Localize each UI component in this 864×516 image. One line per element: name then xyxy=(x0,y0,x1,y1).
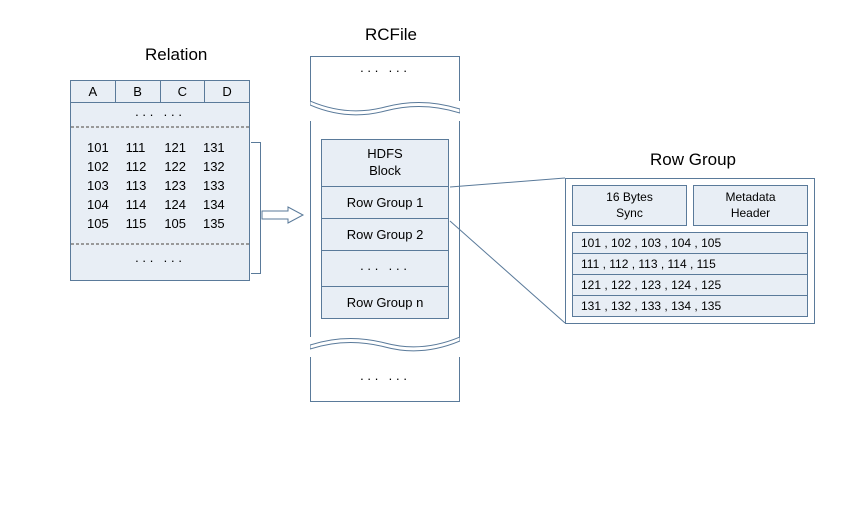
row-group-item: Row Group 1 xyxy=(322,187,448,219)
column-chunk: 121 , 122 , 123 , 124 , 125 xyxy=(573,275,807,296)
column-chunk: 101 , 102 , 103 , 104 , 105 xyxy=(573,233,807,254)
wave-separator-icon xyxy=(310,101,460,121)
row-group-item: Row Group n xyxy=(322,287,448,318)
cell: 104 xyxy=(87,197,117,212)
rowgroup-detail: 16 BytesSync MetadataHeader 101 , 102 , … xyxy=(565,178,815,324)
cell: 101 xyxy=(87,140,117,155)
sync-block: 16 BytesSync xyxy=(572,185,687,226)
rcfile-middle-section: HDFSBlock Row Group 1 Row Group 2 ··· ··… xyxy=(310,121,460,337)
cell: 132 xyxy=(203,159,233,174)
column-chunk: 111 , 112 , 113 , 114 , 115 xyxy=(573,254,807,275)
rcfile-title: RCFile xyxy=(365,25,417,45)
column-chunk: 131 , 132 , 133 , 134 , 135 xyxy=(573,296,807,316)
cell: 103 xyxy=(87,178,117,193)
cell: 111 xyxy=(126,140,156,155)
table-row: 102 112 122 132 xyxy=(79,157,241,176)
table-row: 101 111 121 131 xyxy=(79,138,241,157)
relation-body: 101 111 121 131 102 112 122 132 103 113 … xyxy=(71,127,249,244)
cell: 133 xyxy=(203,178,233,193)
cell: 113 xyxy=(126,178,156,193)
ellipsis: ··· ··· xyxy=(71,103,249,127)
cell: 131 xyxy=(203,140,233,155)
cell: 135 xyxy=(203,216,233,231)
hdfs-block: HDFSBlock Row Group 1 Row Group 2 ··· ··… xyxy=(321,139,449,319)
rcfile-top-section: ··· ··· xyxy=(310,56,460,101)
rowgroup-header: 16 BytesSync MetadataHeader xyxy=(572,185,808,226)
ellipsis: ··· ··· xyxy=(322,251,448,287)
cell: 114 xyxy=(126,197,156,212)
metadata-block: MetadataHeader xyxy=(693,185,808,226)
column-header: B xyxy=(116,81,161,102)
cell: 105 xyxy=(87,216,117,231)
column-header: C xyxy=(161,81,206,102)
cell: 112 xyxy=(126,159,156,174)
rcfile-container: ··· ··· HDFSBlock Row Group 1 Row Group … xyxy=(310,56,460,402)
rowgroup-title: Row Group xyxy=(650,150,736,170)
relation-header-row: A B C D xyxy=(71,81,249,103)
ellipsis: ··· ··· xyxy=(360,63,411,78)
cell: 115 xyxy=(126,216,156,231)
cell: 124 xyxy=(164,197,194,212)
cell: 105 xyxy=(164,216,194,231)
row-group-item: Row Group 2 xyxy=(322,219,448,251)
cell: 102 xyxy=(87,159,117,174)
rcfile-bottom-section: ··· ··· xyxy=(310,357,460,402)
column-header: D xyxy=(205,81,249,102)
hdfs-block-header: HDFSBlock xyxy=(322,140,448,187)
cell: 122 xyxy=(164,159,194,174)
table-row: 103 113 123 133 xyxy=(79,176,241,195)
table-row: 104 114 124 134 xyxy=(79,195,241,214)
ellipsis: ··· ··· xyxy=(71,244,249,280)
cell: 123 xyxy=(164,178,194,193)
column-header: A xyxy=(71,81,116,102)
cell: 134 xyxy=(203,197,233,212)
cell: 121 xyxy=(164,140,194,155)
ellipsis: ··· ··· xyxy=(360,371,411,386)
wave-separator-icon xyxy=(310,337,460,357)
arrow-icon xyxy=(260,205,305,225)
rowgroup-data: 101 , 102 , 103 , 104 , 105 111 , 112 , … xyxy=(572,232,808,317)
table-row: 105 115 105 135 xyxy=(79,214,241,233)
relation-title: Relation xyxy=(145,45,207,65)
relation-table: A B C D ··· ··· 101 111 121 131 102 112 … xyxy=(70,80,250,281)
